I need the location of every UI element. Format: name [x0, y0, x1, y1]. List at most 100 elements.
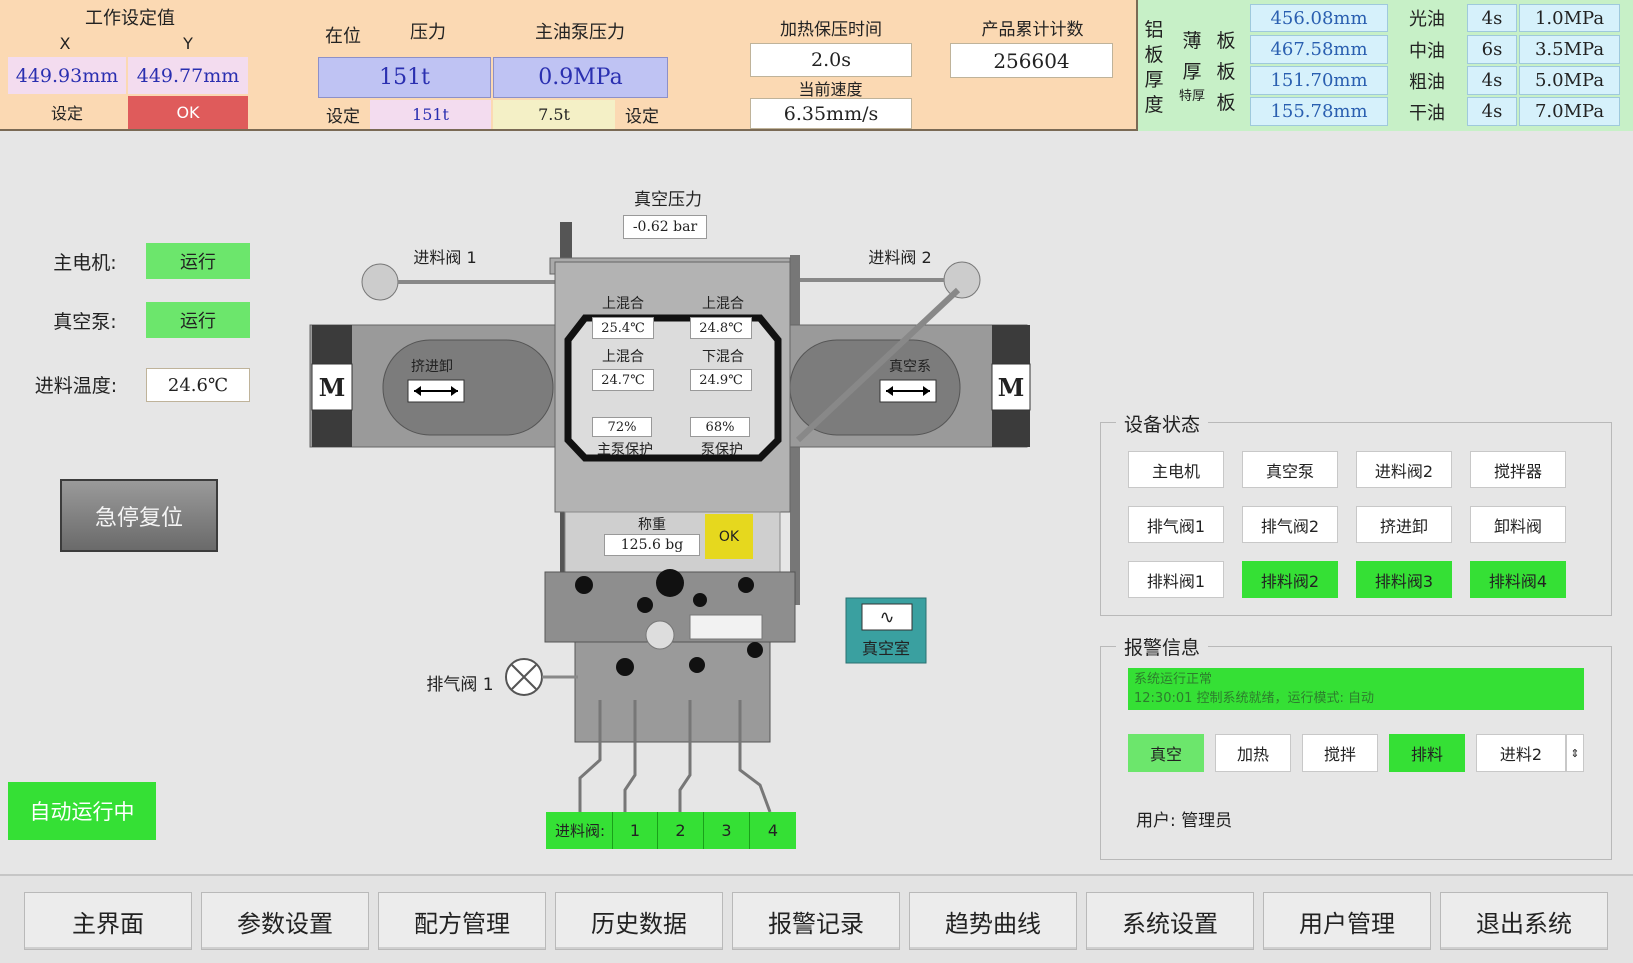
device-status-title: 设备状态 [1116, 410, 1209, 437]
thk-col3-2: 板 [1216, 92, 1236, 114]
upper-mix-label-2: 上混合 [702, 296, 744, 312]
x-label: X [59, 33, 71, 53]
speed-label: 当前速度 [798, 80, 863, 99]
vacuum-pressure-label: 真空压力 [634, 189, 702, 210]
feed-valve-button-1[interactable]: 1 [612, 812, 657, 849]
oil-pressure-4: 7.0MPa [1519, 97, 1620, 126]
temp-4: 24.9℃ [690, 369, 752, 391]
status-button-unload-valve[interactable]: 卸料阀 [1470, 506, 1566, 543]
weight-ok-badge: OK [705, 514, 753, 559]
status-ok-badge: OK [128, 96, 248, 129]
weight-label: 称重 [638, 517, 666, 533]
pump-pressure-label: 主油泵压力 [535, 22, 625, 43]
status-button-main-motor[interactable]: 主电机 [1128, 451, 1224, 488]
vacuum-chamber-icon[interactable]: ∿ [862, 604, 912, 630]
alarm-line-1: 系统运行正常 [1134, 672, 1213, 687]
thickness-label-col1: 铝 板 厚 度 [1140, 18, 1168, 128]
main-motor-status: 运行 [146, 243, 250, 279]
feed-valve-1-label: 进料阀 1 [413, 248, 477, 267]
nav-exit-system[interactable]: 退出系统 [1440, 892, 1608, 950]
nav-parameter-settings[interactable]: 参数设置 [201, 892, 369, 950]
thk-col2-0: 薄 [1182, 30, 1202, 52]
feed-valve-2-label: 进料阀 2 [868, 248, 932, 267]
feed-valve-button-3[interactable]: 3 [703, 812, 749, 849]
vacuum-room-label: 真空室 [861, 639, 910, 658]
oil-time-4: 4s [1467, 97, 1517, 126]
main-pump-percent: 72% [592, 417, 652, 437]
thk-col3-0: 板 [1216, 30, 1236, 52]
oil-pressure-2: 3.5MPa [1519, 35, 1620, 64]
x-value: 449.93mm [8, 57, 126, 94]
alarm-tab-discharge[interactable]: 排料 [1389, 734, 1465, 772]
nav-alarm-records[interactable]: 报警记录 [732, 892, 900, 950]
alarm-message-box: 系统运行正常 12:30:01 控制系统就绪，运行模式: 自动 [1128, 668, 1584, 710]
extrude-label: 挤进卸 [411, 359, 453, 375]
count-value: 256604 [950, 43, 1113, 78]
thk-col2-2: 特厚 [1178, 89, 1205, 104]
status-button-discharge-valve-4[interactable]: 排料阀4 [1470, 561, 1566, 598]
oil-time-1: 4s [1467, 4, 1517, 32]
right-motor-icon: M [997, 372, 1025, 402]
nav-user-management[interactable]: 用户管理 [1263, 892, 1431, 950]
upper-mix-label-3: 上混合 [602, 349, 644, 365]
nav-main-screen[interactable]: 主界面 [24, 892, 192, 950]
thickness-label-col3: 板 板 板 [1212, 26, 1240, 126]
feed-valve-button-4[interactable]: 4 [749, 812, 796, 849]
nav-history-data[interactable]: 历史数据 [555, 892, 723, 950]
status-button-vacuum-pump[interactable]: 真空泵 [1242, 451, 1338, 488]
in-place-label: 在位 [325, 26, 361, 47]
oil-name-4: 干油 [1409, 102, 1445, 124]
oil-time-2: 6s [1467, 35, 1517, 64]
heat-hold-value: 2.0s [750, 43, 912, 77]
weight-value: 125.6 bg [604, 534, 700, 556]
pump-protect-label: 泵保护 [701, 442, 743, 458]
temp-1: 25.4℃ [592, 317, 654, 339]
thickness-value-1: 456.08mm [1250, 4, 1388, 32]
status-button-mixer[interactable]: 搅拌器 [1470, 451, 1566, 488]
feed-temp-value: 24.6℃ [146, 368, 250, 402]
status-button-exhaust-valve-1[interactable]: 排气阀1 [1128, 506, 1224, 543]
status-button-exhaust-valve-2[interactable]: 排气阀2 [1242, 506, 1338, 543]
nav-trend-curves[interactable]: 趋势曲线 [909, 892, 1077, 950]
y-label: Y [183, 33, 193, 53]
thk-col1-3: 度 [1144, 94, 1164, 116]
set-right-label: 设定 [625, 106, 659, 127]
thk-col1-0: 铝 [1144, 19, 1164, 41]
pressure-set-value[interactable]: 151t [370, 100, 491, 129]
thk-col1-2: 厚 [1144, 69, 1164, 91]
thk-col1-1: 板 [1144, 44, 1164, 66]
estop-reset-button[interactable]: 急停复位 [60, 479, 218, 552]
oil-pressure-1: 1.0MPa [1519, 4, 1620, 32]
oil-name-1: 光油 [1409, 9, 1445, 30]
alarm-line-2: 12:30:01 控制系统就绪，运行模式: 自动 [1134, 691, 1375, 706]
pump-set-value[interactable]: 7.5t [493, 100, 615, 129]
alarm-scroll-icon[interactable]: ⇕ [1566, 734, 1584, 772]
nav-system-settings[interactable]: 系统设置 [1086, 892, 1254, 950]
status-button-discharge-valve-2[interactable]: 排料阀2 [1242, 561, 1338, 598]
alarm-tab-feed-2[interactable]: 进料2 [1476, 734, 1566, 772]
left-motor-icon: M [318, 372, 346, 402]
vacuum-pump-status: 运行 [146, 302, 250, 338]
pump-percent: 68% [690, 417, 750, 437]
lower-mix-label: 下混合 [702, 349, 744, 365]
status-button-discharge-valve-1[interactable]: 排料阀1 [1128, 561, 1224, 598]
alarm-info-title: 报警信息 [1116, 633, 1209, 660]
status-button-discharge-valve-3[interactable]: 排料阀3 [1356, 561, 1452, 598]
main-motor-label: 主电机: [53, 251, 117, 274]
auto-running-indicator: 自动运行中 [8, 782, 156, 840]
status-button-extrude[interactable]: 挤进卸 [1356, 506, 1452, 543]
alarm-tab-vacuum[interactable]: 真空 [1128, 734, 1204, 772]
nav-recipe-management[interactable]: 配方管理 [378, 892, 546, 950]
alarm-tab-mix[interactable]: 搅拌 [1302, 734, 1378, 772]
pressure-value: 151t [318, 57, 491, 98]
thk-col2-1: 厚 [1182, 61, 1202, 83]
upper-mix-label-1: 上混合 [602, 296, 644, 312]
speed-value: 6.35mm/s [750, 98, 912, 129]
alarm-tab-heat[interactable]: 加热 [1215, 734, 1291, 772]
set-label: 设定 [50, 104, 83, 123]
y-value: 449.77mm [128, 57, 248, 94]
feed-valve-button-2[interactable]: 2 [657, 812, 703, 849]
status-button-feed-valve-2[interactable]: 进料阀2 [1356, 451, 1452, 488]
temp-3: 24.7℃ [592, 369, 654, 391]
set-left-label: 设定 [326, 106, 360, 127]
